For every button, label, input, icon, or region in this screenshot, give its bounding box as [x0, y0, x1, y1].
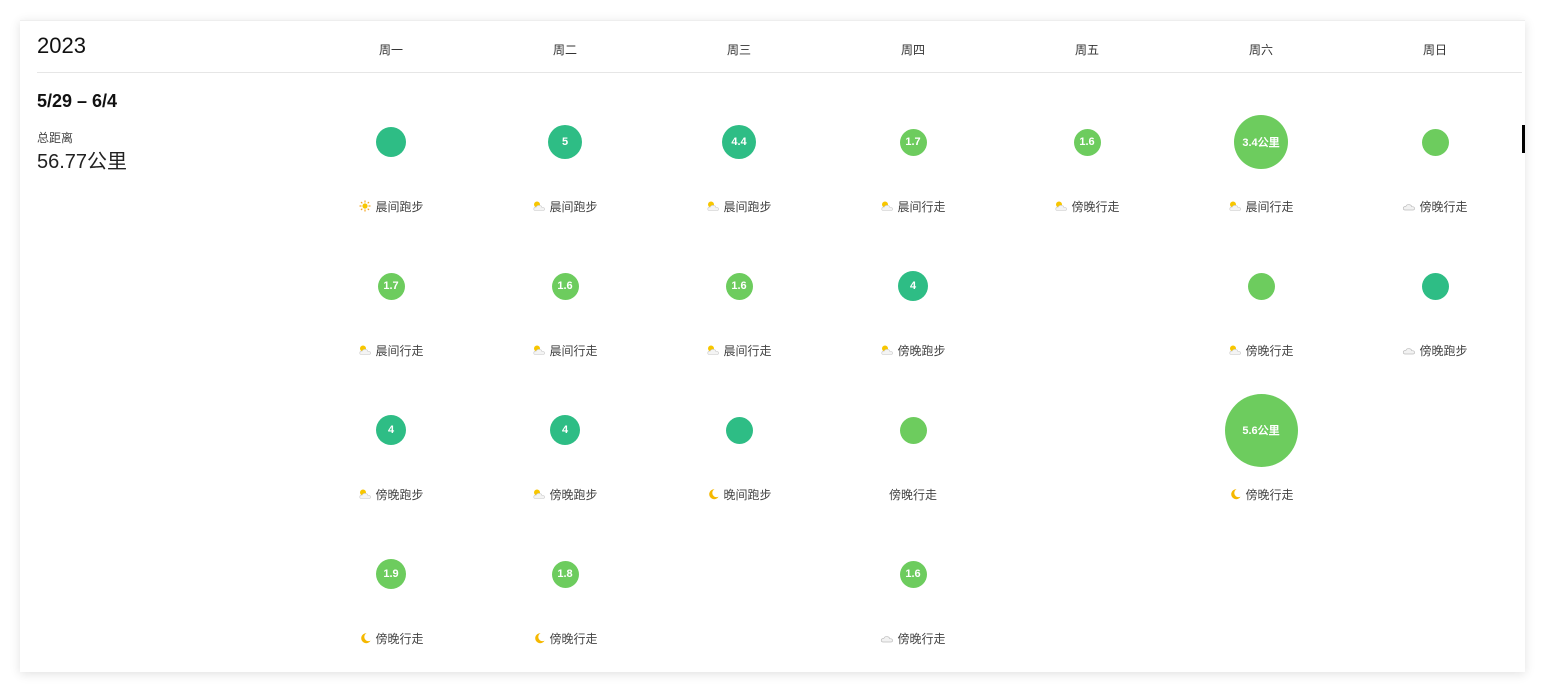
- total-distance-value: 56.77公里: [37, 151, 128, 173]
- activity-name: 傍晚行走: [1419, 200, 1468, 214]
- activity-bubble[interactable]: 4.4: [722, 125, 756, 159]
- activity-label[interactable]: 傍晚行走: [1365, 198, 1505, 215]
- activity-bubble[interactable]: 1.7: [899, 128, 927, 156]
- sun-cloud-icon: [706, 344, 720, 356]
- activity-bubble[interactable]: 4: [550, 415, 580, 445]
- activity-label[interactable]: 傍晚行走: [843, 486, 983, 503]
- activity-bubble[interactable]: [376, 127, 406, 157]
- moon-icon: [706, 488, 720, 500]
- activity-bubble[interactable]: [899, 416, 927, 444]
- scroll-indicator[interactable]: [1522, 125, 1525, 153]
- sun-cloud-icon: [532, 488, 546, 500]
- weekday-header-wed: 周三: [726, 43, 751, 57]
- activity-name: 晨间跑步: [375, 200, 424, 214]
- activity-label[interactable]: 傍晚行走: [843, 630, 983, 647]
- activity-bubble[interactable]: 4: [376, 415, 406, 445]
- activity-name: 晨间行走: [897, 200, 946, 214]
- activity-label[interactable]: 晨间行走: [1191, 198, 1331, 215]
- activity-label[interactable]: 晚间跑步: [669, 486, 809, 503]
- activity-label[interactable]: 晨间跑步: [321, 198, 461, 215]
- activity-bubble[interactable]: 4: [898, 271, 928, 301]
- activity-label[interactable]: 傍晚跑步: [495, 486, 635, 503]
- activity-name: 傍晚跑步: [375, 488, 424, 502]
- activity-label[interactable]: 傍晚跑步: [1365, 342, 1505, 359]
- moon-icon: [1228, 488, 1242, 500]
- moon-icon: [532, 632, 546, 644]
- sun-cloud-icon: [706, 200, 720, 212]
- activity-label[interactable]: 傍晚行走: [321, 630, 461, 647]
- activity-name: 傍晚行走: [1245, 488, 1294, 502]
- week-range: 5/29 – 6/4: [37, 91, 118, 111]
- activity-bubble[interactable]: 3.4公里: [1234, 115, 1288, 169]
- sun-cloud-icon: [1054, 200, 1068, 212]
- activity-name: 傍晚行走: [888, 488, 937, 502]
- weekday-header-thu: 周四: [900, 43, 925, 57]
- activity-name: 晚间跑步: [723, 488, 772, 502]
- activity-bubble[interactable]: 5: [548, 125, 582, 159]
- activity-name: 傍晚行走: [1245, 344, 1294, 358]
- activity-name: 傍晚跑步: [1419, 344, 1468, 358]
- activity-bubble[interactable]: 5.6公里: [1224, 393, 1298, 467]
- sun-cloud-icon: [532, 344, 546, 356]
- sun-cloud-icon: [358, 344, 372, 356]
- weekday-header-sat: 周六: [1248, 43, 1273, 57]
- activity-label[interactable]: 傍晚行走: [1191, 342, 1331, 359]
- sun-cloud-icon: [1228, 200, 1242, 212]
- activity-bubble[interactable]: 1.6: [551, 272, 579, 300]
- activity-bubble[interactable]: 1.7: [377, 272, 405, 300]
- sun-icon: [358, 200, 372, 212]
- activity-bubble[interactable]: [725, 416, 753, 444]
- activity-label[interactable]: 傍晚行走: [1191, 486, 1331, 503]
- cloud-icon: [1402, 344, 1416, 356]
- moon-icon: [358, 632, 372, 644]
- activity-bubble[interactable]: 1.8: [551, 560, 579, 588]
- activity-label[interactable]: 晨间跑步: [495, 198, 635, 215]
- activity-name: 晨间行走: [723, 344, 772, 358]
- activity-bubble[interactable]: [1421, 128, 1449, 156]
- activity-bubble[interactable]: 1.9: [376, 559, 406, 589]
- activity-label[interactable]: 傍晚跑步: [321, 486, 461, 503]
- weekday-header-sun: 周日: [1422, 43, 1447, 57]
- activity-name: 傍晚跑步: [897, 344, 946, 358]
- cloud-icon: [1402, 200, 1416, 212]
- activity-name: 傍晚行走: [1071, 200, 1120, 214]
- total-distance-label: 总距离: [37, 131, 74, 145]
- sun-cloud-icon: [532, 200, 546, 212]
- activity-bubble[interactable]: [1421, 272, 1449, 300]
- activity-name: 傍晚行走: [375, 632, 424, 646]
- activity-label[interactable]: 晨间行走: [495, 342, 635, 359]
- header-divider: [37, 72, 1522, 73]
- activity-name: 晨间行走: [375, 344, 424, 358]
- activity-bubble[interactable]: [1247, 272, 1275, 300]
- activity-name: 晨间跑步: [549, 200, 598, 214]
- activity-label[interactable]: 晨间跑步: [669, 198, 809, 215]
- weekday-header-mon: 周一: [378, 43, 403, 57]
- activity-bubble[interactable]: 1.6: [899, 560, 927, 588]
- activity-name: 傍晚行走: [897, 632, 946, 646]
- weekday-header-tue: 周二: [552, 43, 577, 57]
- year-title: 2023: [37, 33, 86, 58]
- sun-cloud-icon: [358, 488, 372, 500]
- sun-cloud-icon: [880, 200, 894, 212]
- activity-bubble[interactable]: 1.6: [725, 272, 753, 300]
- sun-cloud-icon: [880, 344, 894, 356]
- activity-label[interactable]: 傍晚行走: [495, 630, 635, 647]
- activity-calendar-card: 2023 周一 周二 周三 周四 周五 周六 周日 5/29 – 6/4 总距离 56.77…: [20, 20, 1525, 672]
- activity-label[interactable]: 晨间行走: [321, 342, 461, 359]
- activity-bubble[interactable]: 1.6: [1073, 128, 1101, 156]
- sun-cloud-icon: [1228, 344, 1242, 356]
- activity-label[interactable]: 傍晚跑步: [843, 342, 983, 359]
- weekday-header-fri: 周五: [1074, 43, 1099, 57]
- activity-name: 傍晚行走: [549, 632, 598, 646]
- activity-name: 晨间行走: [549, 344, 598, 358]
- activity-label[interactable]: 晨间行走: [669, 342, 809, 359]
- cloud-icon: [880, 632, 894, 644]
- activity-name: 晨间跑步: [723, 200, 772, 214]
- activity-name: 晨间行走: [1245, 200, 1294, 214]
- activity-name: 傍晚跑步: [549, 488, 598, 502]
- activity-label[interactable]: 傍晚行走: [1017, 198, 1157, 215]
- activity-label[interactable]: 晨间行走: [843, 198, 983, 215]
